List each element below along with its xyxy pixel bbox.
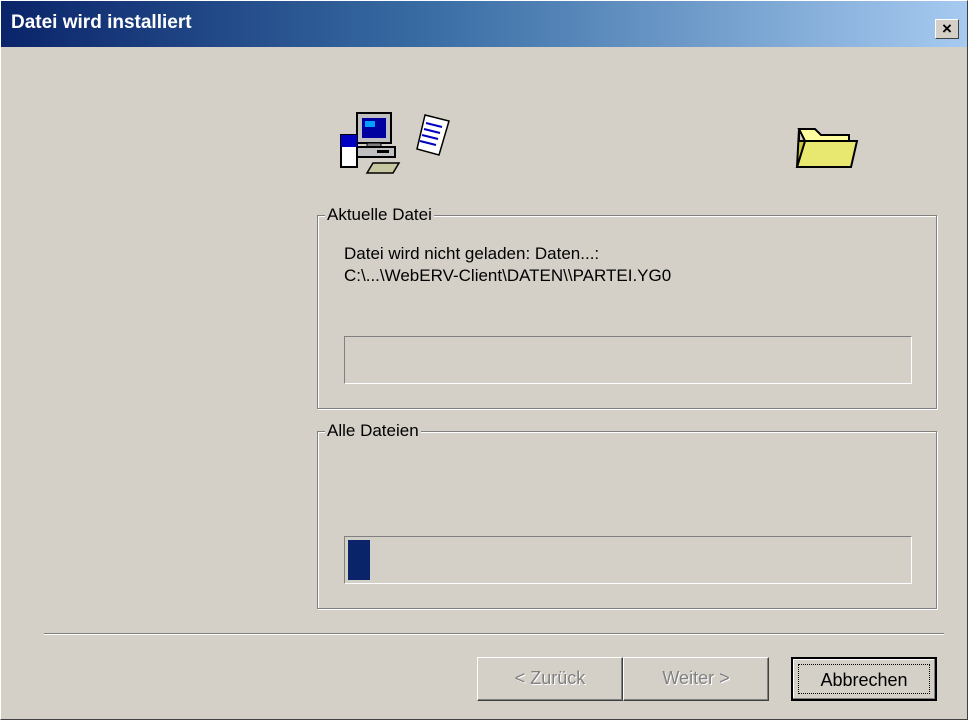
all-files-group: Alle Dateien	[317, 421, 937, 609]
folder-icon	[795, 128, 859, 168]
current-file-path: C:\...\WebERV-Client\DATEN\\PARTEI.YG0	[344, 266, 672, 285]
next-button[interactable]: Weiter >	[623, 657, 769, 701]
title-bar[interactable]: Datei wird installiert ×	[1, 1, 967, 47]
computer-icon	[340, 112, 401, 174]
separator	[44, 633, 944, 635]
document-icon	[416, 114, 450, 156]
close-button[interactable]: ×	[935, 19, 959, 39]
current-file-group: Aktuelle Datei Datei wird nicht geladen:…	[317, 205, 937, 409]
cancel-button-label: Abbrechen	[798, 664, 930, 694]
install-dialog: Datei wird installiert × Aktuelle Datei …	[0, 0, 968, 720]
all-files-progress-bar	[344, 536, 912, 584]
all-files-legend: Alle Dateien	[325, 421, 421, 441]
current-file-status: Datei wird nicht geladen: Daten...:	[344, 244, 600, 263]
current-file-progress-bar	[344, 336, 912, 384]
current-file-legend: Aktuelle Datei	[325, 205, 434, 225]
window-title: Datei wird installiert	[11, 12, 192, 33]
close-icon: ×	[942, 19, 952, 38]
cancel-button[interactable]: Abbrechen	[791, 657, 937, 701]
all-files-progress-fill	[348, 540, 370, 580]
back-button[interactable]: < Zurück	[477, 657, 623, 701]
progress-block	[348, 540, 370, 580]
